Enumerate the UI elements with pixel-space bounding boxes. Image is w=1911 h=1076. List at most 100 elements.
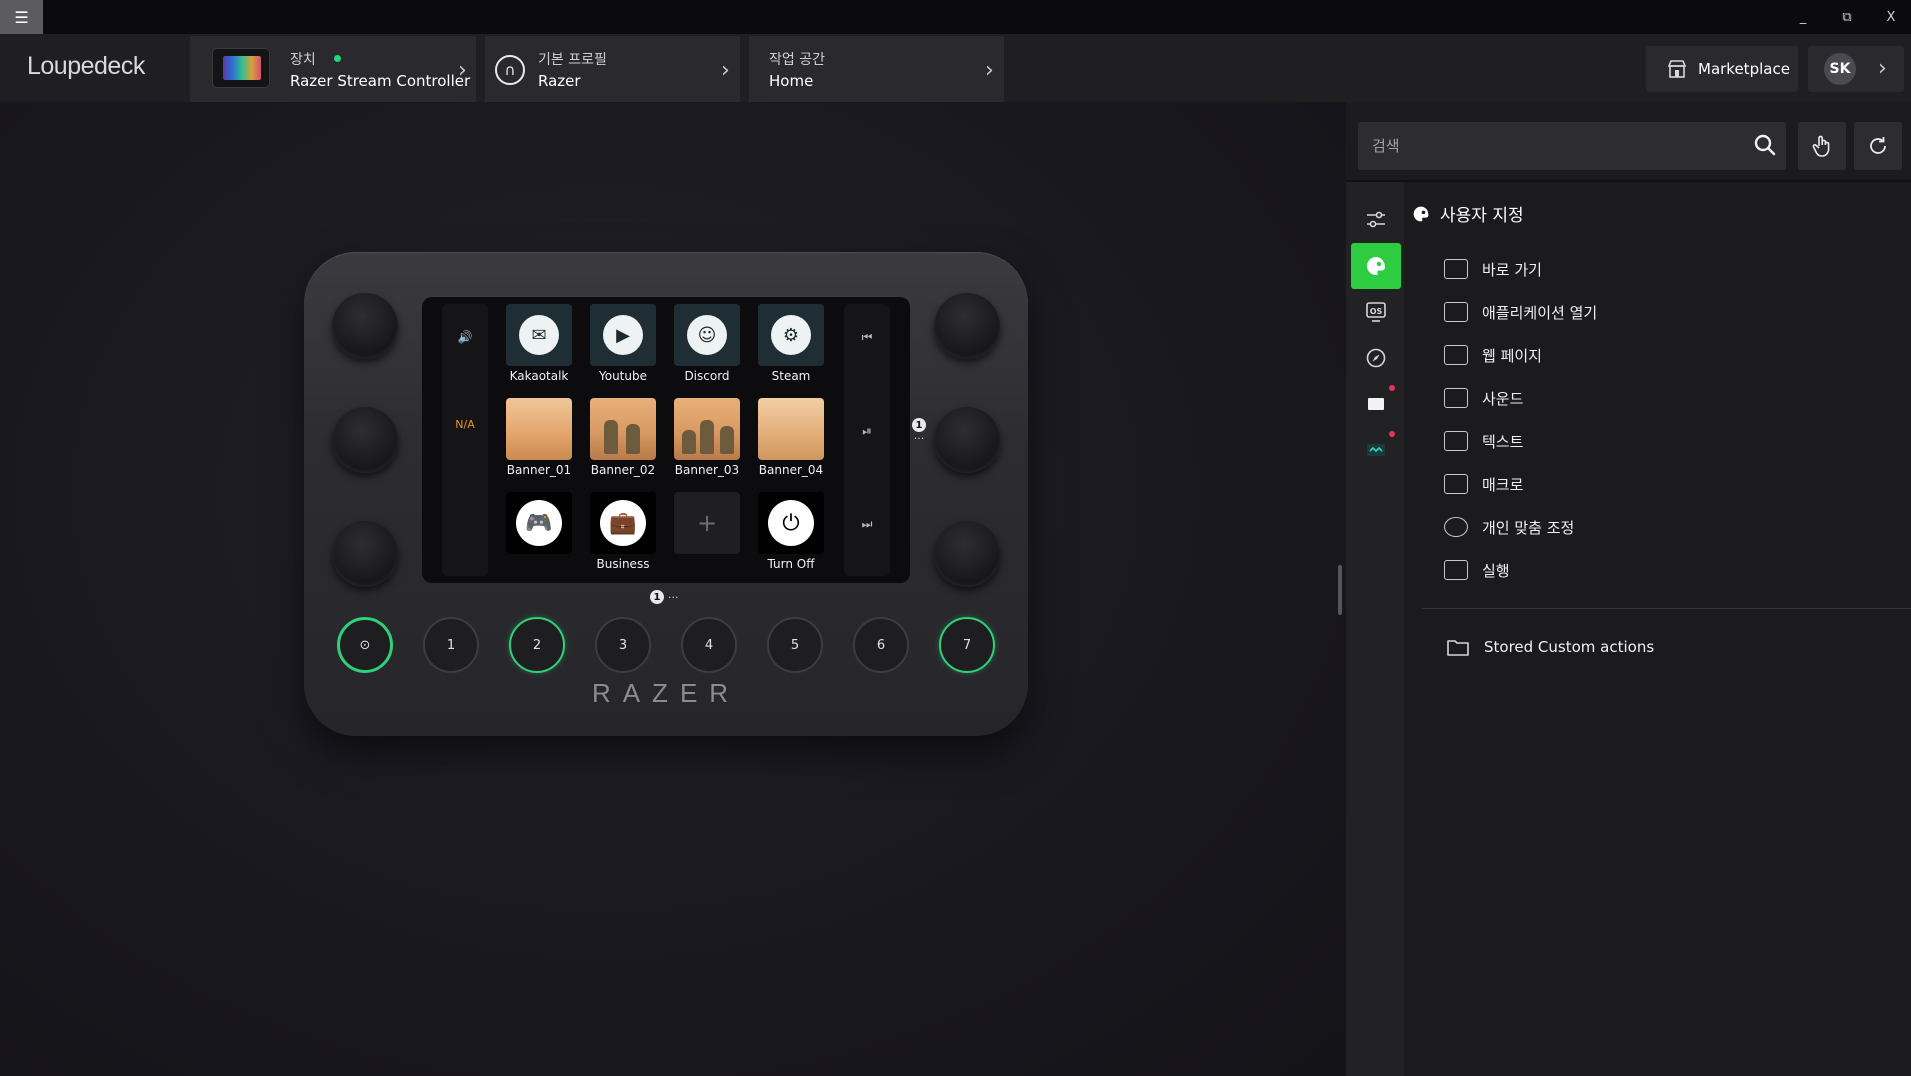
account-menu[interactable]: SK › bbox=[1808, 46, 1904, 92]
tile-banner-02[interactable] bbox=[590, 398, 656, 460]
workspace-selector[interactable]: 작업 공간 Home › bbox=[749, 36, 1004, 102]
action-label: 웹 페이지 bbox=[1482, 346, 1542, 365]
action-label: 애플리케이션 열기 bbox=[1482, 303, 1598, 322]
youtube-icon: ▶ bbox=[603, 315, 643, 355]
action-macro[interactable]: 매크로 bbox=[1444, 468, 1523, 500]
dial-left-3[interactable] bbox=[332, 521, 398, 587]
tile-steam[interactable]: ⚙ bbox=[758, 304, 824, 366]
avatar: SK bbox=[1824, 53, 1856, 85]
tile-label: Business bbox=[596, 557, 650, 571]
tile-discord[interactable]: ☺ bbox=[674, 304, 740, 366]
tile-banner-04[interactable] bbox=[758, 398, 824, 460]
close-button[interactable]: X bbox=[1876, 5, 1906, 29]
next-track-icon[interactable]: ⏭ bbox=[844, 517, 890, 532]
touch-mode-button[interactable] bbox=[1798, 122, 1846, 170]
action-label: 사운드 bbox=[1482, 389, 1524, 408]
tile-gamepad[interactable]: 🎮 bbox=[506, 492, 572, 554]
panel-toolbar bbox=[1346, 112, 1911, 180]
tile-kakaotalk[interactable]: ✉ bbox=[506, 304, 572, 366]
briefcase-icon: 💼 bbox=[600, 500, 646, 546]
chevron-right-icon: › bbox=[1878, 56, 1887, 81]
action-personal-adjust[interactable]: 개인 맞춤 조정 bbox=[1444, 511, 1574, 543]
left-dial-strip: 🔊 N/A bbox=[442, 304, 488, 576]
profile-name: Razer bbox=[538, 72, 581, 90]
page-button-5[interactable]: 5 bbox=[767, 617, 823, 673]
rail-os[interactable]: OS bbox=[1351, 289, 1401, 335]
messenger-icon: ✉ bbox=[519, 315, 559, 355]
palette-icon bbox=[1367, 257, 1385, 275]
store-icon bbox=[1667, 60, 1687, 78]
title-bar: ☰ _ ⧉ X bbox=[0, 0, 1911, 34]
tile-add-empty[interactable]: + bbox=[674, 492, 740, 554]
rotate-icon bbox=[1444, 517, 1468, 537]
search-field bbox=[1358, 122, 1786, 170]
chevron-right-icon: › bbox=[985, 58, 994, 83]
discord-icon: ☺ bbox=[687, 315, 727, 355]
action-label: 개인 맞춤 조정 bbox=[1482, 518, 1575, 537]
search-input[interactable] bbox=[1358, 122, 1738, 170]
action-label: 바로 가기 bbox=[1482, 260, 1542, 279]
page-button-7[interactable]: 7 bbox=[939, 617, 995, 673]
search-icon[interactable] bbox=[1754, 134, 1776, 156]
category-title: 사용자 지정 bbox=[1440, 206, 1524, 226]
tile-business[interactable]: 💼 bbox=[590, 492, 656, 554]
na-label[interactable]: N/A bbox=[442, 418, 488, 431]
macro-icon bbox=[1444, 474, 1468, 494]
device-selector[interactable]: 장치 Razer Stream Controller › bbox=[190, 36, 476, 102]
tile-label: Turn Off bbox=[767, 557, 815, 571]
action-text[interactable]: 텍스트 bbox=[1444, 425, 1523, 457]
os-monitor-icon: OS bbox=[1366, 302, 1386, 322]
dial-left-1[interactable] bbox=[332, 293, 398, 359]
page-button-6[interactable]: 6 bbox=[853, 617, 909, 673]
tile-banner-03[interactable] bbox=[674, 398, 740, 460]
right-dial-strip: ⏮ ⏯ ⏭ bbox=[844, 304, 890, 576]
page-button-3[interactable]: 3 bbox=[595, 617, 651, 673]
stream-plugin-icon bbox=[1367, 444, 1385, 456]
tile-youtube[interactable]: ▶ bbox=[590, 304, 656, 366]
refresh-icon bbox=[1870, 137, 1886, 154]
action-run[interactable]: 실행 bbox=[1444, 554, 1510, 586]
marketplace-button[interactable]: Marketplace bbox=[1646, 46, 1798, 92]
action-shortcut[interactable]: 바로 가기 bbox=[1444, 253, 1542, 285]
volume-icon[interactable]: 🔊 bbox=[442, 330, 488, 344]
tile-label: Banner_02 bbox=[590, 463, 656, 477]
dial-right-2[interactable] bbox=[934, 407, 1000, 473]
sound-play-icon bbox=[1444, 388, 1468, 408]
panel-resize-handle[interactable] bbox=[1338, 565, 1342, 615]
page-button-1[interactable]: 1 bbox=[423, 617, 479, 673]
home-button[interactable]: ⊙ bbox=[337, 617, 393, 673]
rail-settings[interactable] bbox=[1351, 197, 1401, 243]
minimize-button[interactable]: _ bbox=[1788, 5, 1818, 29]
rail-plugin-screen[interactable] bbox=[1351, 381, 1401, 427]
refresh-button[interactable] bbox=[1854, 122, 1902, 170]
rail-navigation[interactable] bbox=[1351, 335, 1401, 381]
dial-page-indicator[interactable]: 1 ··· bbox=[912, 418, 926, 445]
svg-text:OS: OS bbox=[1370, 307, 1383, 316]
tile-label: Banner_03 bbox=[674, 463, 740, 477]
sliders-icon bbox=[1367, 211, 1385, 228]
rail-plugin-stream[interactable] bbox=[1351, 427, 1401, 473]
page-button-4[interactable]: 4 bbox=[681, 617, 737, 673]
dial-right-1[interactable] bbox=[934, 293, 1000, 359]
action-web-page[interactable]: 웹 페이지 bbox=[1444, 339, 1542, 371]
device-status-dot bbox=[334, 55, 341, 62]
screen-page-indicator[interactable]: 1 ··· bbox=[650, 590, 679, 604]
tile-turn-off[interactable]: ⏻ bbox=[758, 492, 824, 554]
action-open-app[interactable]: 애플리케이션 열기 bbox=[1444, 296, 1597, 328]
previous-track-icon[interactable]: ⏮ bbox=[844, 330, 890, 345]
restore-button[interactable]: ⧉ bbox=[1832, 5, 1862, 29]
stored-custom-actions-folder[interactable]: Stored Custom actions bbox=[1446, 631, 1654, 663]
profile-selector[interactable]: ∩ 기본 프로필 Razer › bbox=[485, 36, 740, 102]
play-pause-icon[interactable]: ⏯ bbox=[844, 424, 890, 439]
action-sound[interactable]: 사운드 bbox=[1444, 382, 1523, 414]
dial-right-3[interactable] bbox=[934, 521, 1000, 587]
gamepad-icon: 🎮 bbox=[516, 500, 562, 546]
hamburger-menu-icon[interactable]: ☰ bbox=[0, 0, 43, 34]
tile-label: Kakaotalk bbox=[509, 369, 569, 383]
rail-custom[interactable] bbox=[1351, 243, 1401, 289]
tile-banner-01[interactable] bbox=[506, 398, 572, 460]
tile-label: Steam bbox=[771, 369, 811, 383]
dial-left-2[interactable] bbox=[332, 407, 398, 473]
page-button-2[interactable]: 2 bbox=[509, 617, 565, 673]
workspace-name: Home bbox=[769, 72, 814, 90]
